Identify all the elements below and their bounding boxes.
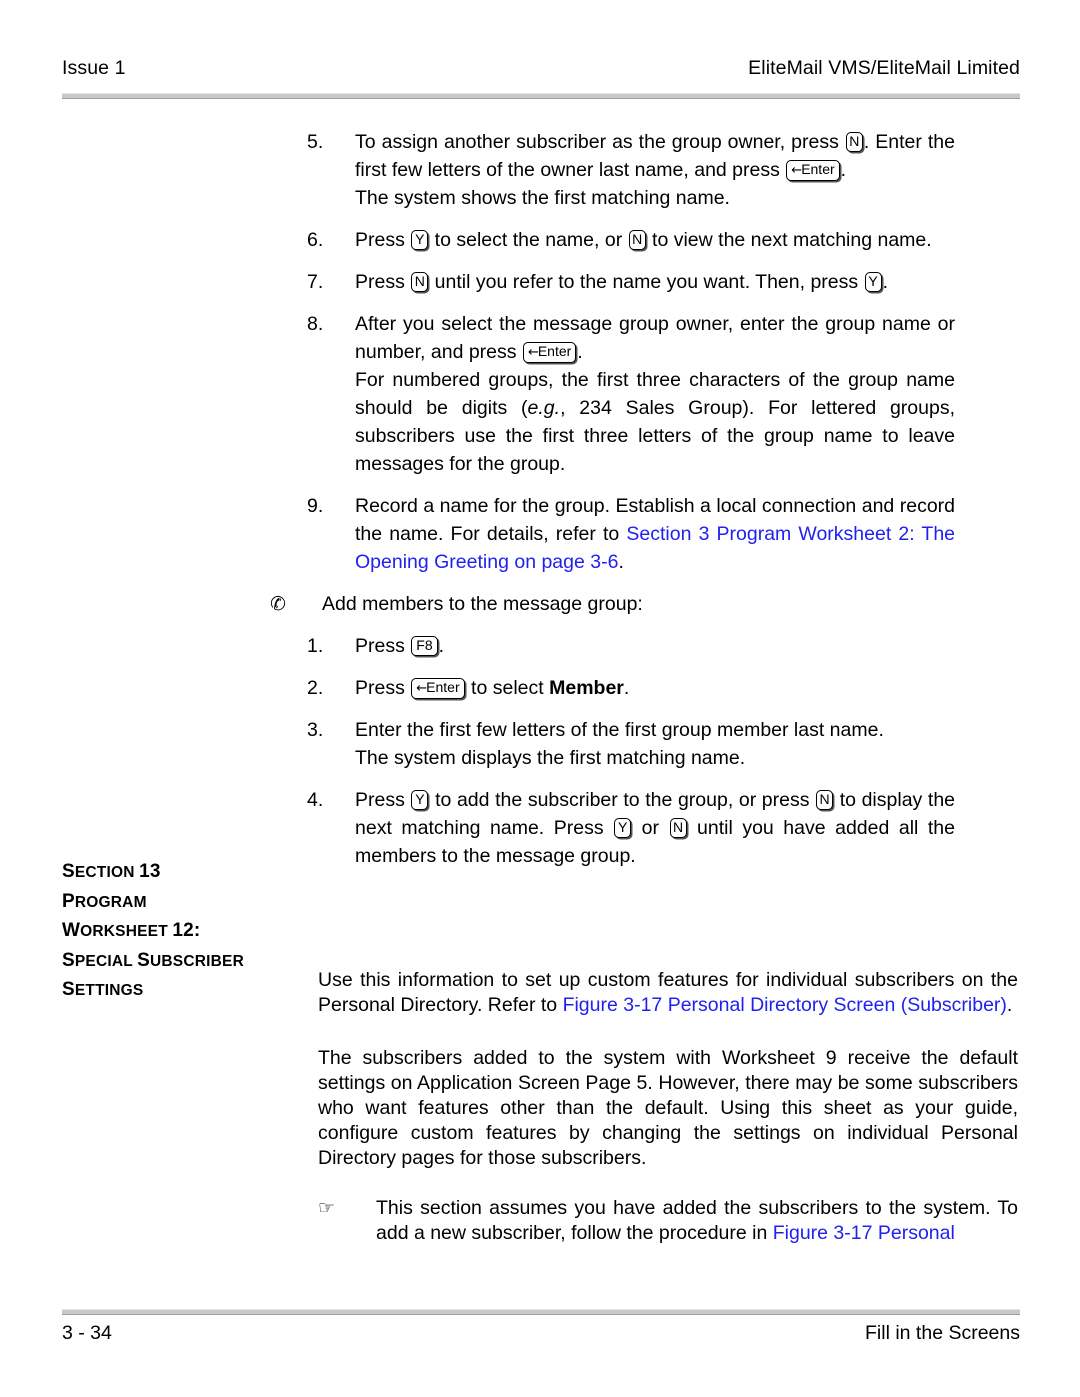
step-text: . xyxy=(577,341,583,363)
header-product-label: EliteMail VMS/EliteMail Limited xyxy=(748,57,1020,79)
bullet-heading: Add members to the message group: xyxy=(322,593,643,615)
key-enter: ←Enter xyxy=(786,160,840,181)
header-issue-label: Issue 1 xyxy=(62,57,126,79)
step-text: . xyxy=(882,271,888,293)
figure-reference-link[interactable]: Figure 3-17 Personal xyxy=(773,1222,955,1244)
key-n: N xyxy=(411,272,429,292)
figure-reference-link[interactable]: Figure 3-17 Personal Directory Screen (S… xyxy=(563,994,1007,1016)
step-number: 6. xyxy=(307,229,324,251)
menu-option-member: Member xyxy=(549,677,624,699)
step-body: Press Y to select the name, or N to view… xyxy=(355,226,955,254)
step-text: to select xyxy=(465,677,550,699)
note-body: This section assumes you have added the … xyxy=(376,1196,1018,1246)
step-body: Enter the first few letters of the first… xyxy=(355,716,955,772)
key-enter: ←Enter xyxy=(411,678,465,699)
step-body: To assign another subscriber as the grou… xyxy=(355,128,955,212)
key-y: Y xyxy=(411,230,429,250)
step-number: 1. xyxy=(307,635,324,657)
step-text: until you refer to the name you want. Th… xyxy=(429,271,864,293)
step-text: To assign another subscriber as the grou… xyxy=(355,131,845,153)
list-item: 4. Press Y to add the subscriber to the … xyxy=(307,786,955,870)
key-n: N xyxy=(628,230,646,250)
section-heading-line-2: PROGRAM xyxy=(62,890,147,912)
step-text: to select the name, or xyxy=(429,229,628,251)
step-body: Press F8. xyxy=(355,632,955,660)
step-text: to add the subscriber to the group, or p… xyxy=(429,789,816,811)
step-text: . xyxy=(618,551,624,573)
step-text: or xyxy=(632,817,669,839)
section-heading-line-1: SECTION 13 xyxy=(62,861,161,882)
step-number: 2. xyxy=(307,677,324,699)
step-body: Press N until you refer to the name you … xyxy=(355,268,955,296)
footer-chapter-label: Fill in the Screens xyxy=(865,1322,1020,1344)
pointing-hand-icon: ☞ xyxy=(318,1197,336,1219)
step-emphasis: e.g. xyxy=(527,397,561,419)
key-y: Y xyxy=(411,790,429,810)
step-text: Press xyxy=(355,271,411,293)
document-page: Issue 1 EliteMail VMS/EliteMail Limited … xyxy=(0,0,1080,1397)
step-body: Press ←Enter to select Member. xyxy=(355,674,955,702)
step-body: Press Y to add the subscriber to the gro… xyxy=(355,786,955,870)
section-heading-line-4: SPECIAL SUBSCRIBER xyxy=(62,949,244,971)
list-item: 8. After you select the message group ow… xyxy=(307,310,955,478)
key-n: N xyxy=(816,790,834,810)
section-heading-line-3: WORKSHEET 12: xyxy=(62,920,201,941)
note-block: ☞ This section assumes you have added th… xyxy=(318,1196,1018,1246)
list-item: 6. Press Y to select the name, or N to v… xyxy=(307,226,955,254)
key-n: N xyxy=(845,132,863,152)
section-heading-line-5: SETTINGS xyxy=(62,979,144,1000)
step-text: Press xyxy=(355,229,411,251)
step-subtext: The system shows the first matching name… xyxy=(355,187,730,209)
key-n: N xyxy=(669,818,687,838)
list-item: 3. Enter the first few letters of the fi… xyxy=(307,716,955,772)
step-number: 8. xyxy=(307,313,324,335)
step-number: 4. xyxy=(307,789,324,811)
running-footer: 3 - 34 Fill in the Screens xyxy=(62,1322,1020,1345)
footer-rule xyxy=(62,1309,1020,1315)
step-text: . xyxy=(438,635,445,657)
section-body: Use this information to set up custom fe… xyxy=(318,968,1018,1171)
step-text: . xyxy=(840,159,847,181)
section-heading: SECTION 13 PROGRAM WORKSHEET 12: SPECIAL… xyxy=(62,858,342,1006)
step-text: Press xyxy=(355,635,411,657)
step-text: After you select the message group owner… xyxy=(355,313,955,363)
bullet-item: ✆ Add members to the message group: xyxy=(270,590,955,618)
step-text: Press xyxy=(355,677,411,699)
section-paragraph-2: The subscribers added to the system with… xyxy=(318,1047,1018,1169)
step-text: . xyxy=(623,677,630,699)
step-body: Record a name for the group. Establish a… xyxy=(355,492,955,576)
page-content: 5. To assign another subscriber as the g… xyxy=(62,128,1020,884)
key-f8: F8 xyxy=(411,636,438,656)
step-subtext: The system displays the first matching n… xyxy=(355,747,746,769)
step-number: 3. xyxy=(307,719,324,741)
list-item: 1. Press F8. xyxy=(307,632,955,660)
running-header: Issue 1 EliteMail VMS/EliteMail Limited xyxy=(62,57,1020,80)
list-item: 5. To assign another subscriber as the g… xyxy=(307,128,955,212)
step-text: Enter the first few letters of the first… xyxy=(355,719,884,741)
step-number: 7. xyxy=(307,271,324,293)
list-item: 7. Press N until you refer to the name y… xyxy=(307,268,955,296)
key-y: Y xyxy=(614,818,632,838)
step-text: to view the next matching name. xyxy=(646,229,932,251)
step-number: 5. xyxy=(307,131,324,153)
key-enter: ←Enter xyxy=(522,342,577,363)
step-body: After you select the message group owner… xyxy=(355,310,955,478)
phone-dingbat-icon: ✆ xyxy=(270,593,286,615)
key-y: Y xyxy=(864,272,882,292)
list-item: 2. Press ←Enter to select Member. xyxy=(307,674,955,702)
header-rule xyxy=(62,93,1020,99)
section-paragraph-1: Use this information to set up custom fe… xyxy=(318,969,1018,1016)
list-item: 9. Record a name for the group. Establis… xyxy=(307,492,955,576)
step-text: Press xyxy=(355,789,411,811)
page-number: 3 - 34 xyxy=(62,1322,112,1344)
step-number: 9. xyxy=(307,495,324,517)
